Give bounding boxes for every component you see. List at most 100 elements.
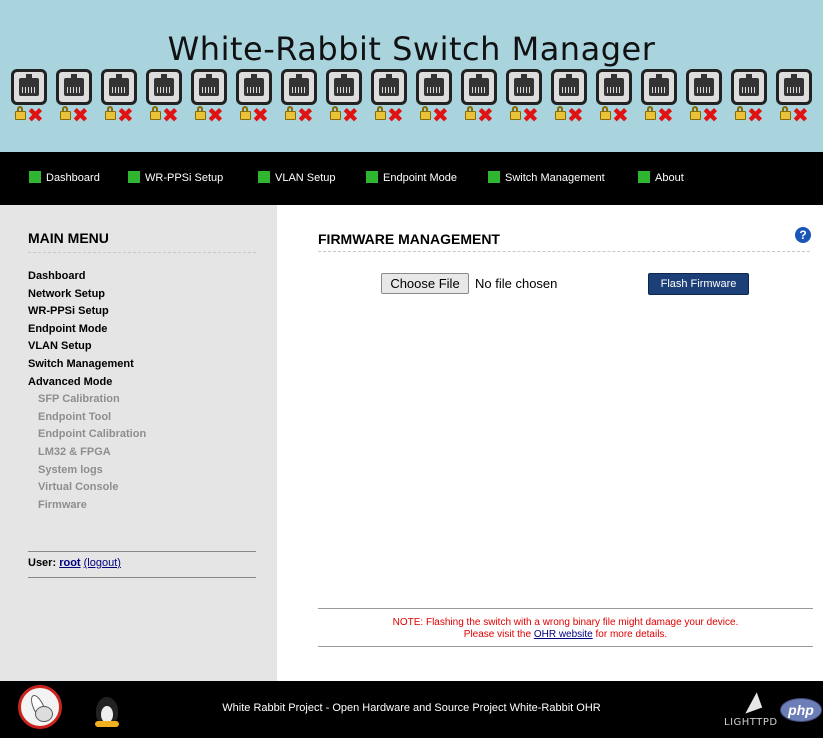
- divider: [28, 252, 256, 253]
- port-down-icon: ✖: [252, 103, 269, 127]
- sidebar-item-network-setup[interactable]: Network Setup: [28, 286, 268, 304]
- user-info: User: root (logout): [28, 557, 121, 569]
- topnav-endpoint-mode[interactable]: Endpoint Mode: [366, 171, 457, 185]
- port-down-icon: ✖: [792, 103, 809, 127]
- port-down-icon: ✖: [522, 103, 539, 127]
- topnav-label: WR-PPSi Setup: [145, 172, 224, 184]
- ethernet-port-icon: [101, 69, 137, 105]
- topnav-label: VLAN Setup: [275, 172, 336, 184]
- port-7[interactable]: ✖: [281, 69, 321, 129]
- sidebar-item-wr-ppsi-setup[interactable]: WR-PPSi Setup: [28, 303, 268, 321]
- sidebar-subitem-system-logs[interactable]: System logs: [28, 462, 268, 480]
- help-icon[interactable]: ?: [795, 227, 811, 243]
- divider: [28, 551, 256, 552]
- ethernet-port-icon: [11, 69, 47, 105]
- port-down-icon: ✖: [567, 103, 584, 127]
- port-10[interactable]: ✖: [416, 69, 456, 129]
- sidebar-subitem-virtual-console[interactable]: Virtual Console: [28, 479, 268, 497]
- topnav-label: About: [655, 172, 684, 184]
- sidebar: MAIN MENU Dashboard Network Setup WR-PPS…: [0, 205, 277, 681]
- port-down-icon: ✖: [72, 103, 89, 127]
- port-4[interactable]: ✖: [146, 69, 186, 129]
- sidebar-subitem-sfp-calibration[interactable]: SFP Calibration: [28, 391, 268, 409]
- lock-icon: [420, 106, 431, 120]
- topnav-about[interactable]: About: [638, 171, 684, 185]
- ethernet-port-icon: [326, 69, 362, 105]
- port-status-row: ✖ ✖ ✖ ✖ ✖ ✖ ✖ ✖ ✖ ✖ ✖ ✖ ✖ ✖ ✖ ✖ ✖ ✖: [11, 69, 821, 129]
- lock-icon: [600, 106, 611, 120]
- lock-icon: [285, 106, 296, 120]
- port-14[interactable]: ✖: [596, 69, 636, 129]
- ethernet-port-icon: [641, 69, 677, 105]
- port-18[interactable]: ✖: [776, 69, 816, 129]
- sidebar-item-dashboard[interactable]: Dashboard: [28, 268, 268, 286]
- lock-icon: [375, 106, 386, 120]
- user-label: User:: [28, 557, 57, 569]
- top-nav: Dashboard WR-PPSi Setup VLAN Setup Endpo…: [0, 152, 823, 205]
- sidebar-item-vlan-setup[interactable]: VLAN Setup: [28, 338, 268, 356]
- choose-file-button[interactable]: Choose File: [381, 273, 469, 294]
- port-15[interactable]: ✖: [641, 69, 681, 129]
- port-down-icon: ✖: [657, 103, 674, 127]
- port-11[interactable]: ✖: [461, 69, 501, 129]
- php-logo-icon: php: [780, 698, 822, 722]
- lock-icon: [645, 106, 656, 120]
- port-6[interactable]: ✖: [236, 69, 276, 129]
- port-16[interactable]: ✖: [686, 69, 726, 129]
- ethernet-port-icon: [596, 69, 632, 105]
- sidebar-subitem-endpoint-tool[interactable]: Endpoint Tool: [28, 409, 268, 427]
- lock-icon: [465, 106, 476, 120]
- logout-link[interactable]: (logout): [84, 557, 121, 569]
- port-3[interactable]: ✖: [101, 69, 141, 129]
- sidebar-item-advanced-mode[interactable]: Advanced Mode: [28, 374, 268, 392]
- sidebar-subitem-firmware[interactable]: Firmware: [28, 497, 268, 515]
- green-square-icon: [488, 171, 500, 183]
- ohr-website-link[interactable]: OHR website: [534, 629, 593, 640]
- ethernet-port-icon: [731, 69, 767, 105]
- topnav-label: Endpoint Mode: [383, 172, 457, 184]
- port-2[interactable]: ✖: [56, 69, 96, 129]
- sidebar-subitem-endpoint-calibration[interactable]: Endpoint Calibration: [28, 426, 268, 444]
- username-link[interactable]: root: [59, 557, 80, 569]
- port-5[interactable]: ✖: [191, 69, 231, 129]
- lock-icon: [150, 106, 161, 120]
- topnav-switch-management[interactable]: Switch Management: [488, 171, 605, 185]
- note-suffix: for more details.: [595, 629, 668, 640]
- note-line-1: NOTE: Flashing the switch with a wrong b…: [392, 617, 739, 628]
- port-down-icon: ✖: [162, 103, 179, 127]
- lock-icon: [510, 106, 521, 120]
- port-17[interactable]: ✖: [731, 69, 771, 129]
- lighttpd-logo-icon: LIGHTTPD: [722, 692, 777, 735]
- ethernet-port-icon: [281, 69, 317, 105]
- lock-icon: [735, 106, 746, 120]
- divider: [318, 251, 810, 252]
- topnav-wr-ppsi-setup[interactable]: WR-PPSi Setup: [128, 171, 223, 185]
- port-8[interactable]: ✖: [326, 69, 366, 129]
- port-13[interactable]: ✖: [551, 69, 591, 129]
- footer-text: White Rabbit Project - Open Hardware and…: [222, 702, 601, 714]
- topnav-vlan-setup[interactable]: VLAN Setup: [258, 171, 336, 185]
- flash-firmware-button[interactable]: Flash Firmware: [648, 273, 749, 295]
- port-down-icon: ✖: [117, 103, 134, 127]
- lock-icon: [330, 106, 341, 120]
- port-9[interactable]: ✖: [371, 69, 411, 129]
- port-down-icon: ✖: [27, 103, 44, 127]
- ethernet-port-icon: [686, 69, 722, 105]
- sidebar-item-endpoint-mode[interactable]: Endpoint Mode: [28, 321, 268, 339]
- port-down-icon: ✖: [387, 103, 404, 127]
- port-down-icon: ✖: [432, 103, 449, 127]
- sidebar-subitem-lm32-fpga[interactable]: LM32 & FPGA: [28, 444, 268, 462]
- divider: [318, 646, 813, 647]
- sidebar-item-switch-management[interactable]: Switch Management: [28, 356, 268, 374]
- port-down-icon: ✖: [207, 103, 224, 127]
- page-title: FIRMWARE MANAGEMENT: [318, 231, 500, 247]
- file-status-text: No file chosen: [475, 276, 558, 291]
- main-menu: Dashboard Network Setup WR-PPSi Setup En…: [28, 268, 268, 514]
- topnav-label: Switch Management: [505, 172, 605, 184]
- divider: [28, 577, 256, 578]
- port-1[interactable]: ✖: [11, 69, 51, 129]
- port-12[interactable]: ✖: [506, 69, 546, 129]
- topnav-dashboard[interactable]: Dashboard: [29, 171, 100, 185]
- green-square-icon: [128, 171, 140, 183]
- port-down-icon: ✖: [477, 103, 494, 127]
